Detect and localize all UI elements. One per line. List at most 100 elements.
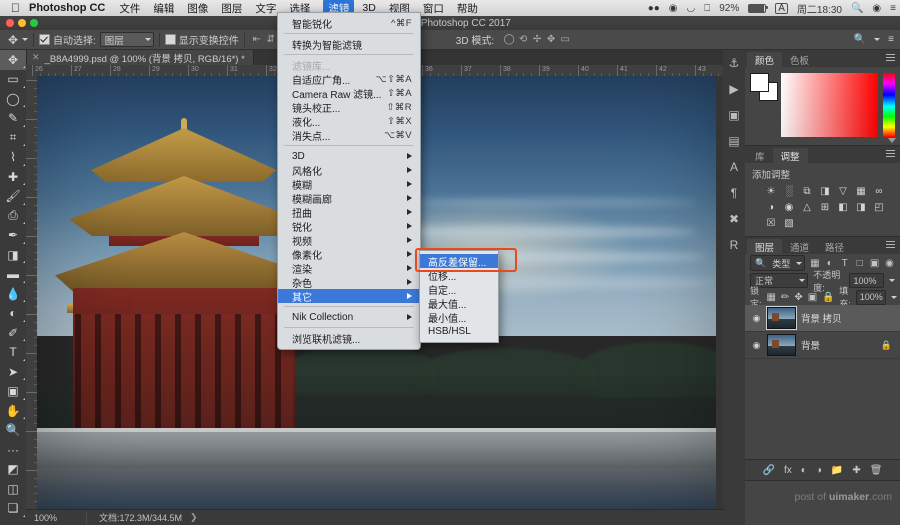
tab-color[interactable]: 颜色 — [747, 52, 783, 67]
filter-power-icon[interactable]: ◉ — [884, 257, 895, 270]
filter-menu-item[interactable]: Nik Collection — [278, 310, 420, 324]
3d-drag-icon[interactable]: ✢ — [530, 33, 544, 47]
rectangle-tool[interactable]: ▣ — [0, 382, 26, 402]
screen-mode[interactable]: ❏ — [0, 499, 26, 519]
selective-color-icon[interactable]: ☒ — [763, 216, 779, 230]
zoom-window-button[interactable] — [30, 19, 38, 27]
new-layer-icon[interactable]: ✚ — [852, 465, 860, 476]
history-icon[interactable]: ⚓ — [723, 50, 745, 76]
3d-camera-icon[interactable]: ▭ — [558, 33, 572, 47]
menu-image[interactable]: 图像 — [187, 1, 208, 16]
apple-logo-icon[interactable]:  — [11, 2, 20, 14]
adjustment-icon[interactable]: ◑ — [816, 465, 822, 476]
3d-rotate-icon[interactable]: ◯ — [502, 33, 516, 47]
lock-position-icon[interactable]: ✥ — [794, 291, 802, 304]
3d-roll-icon[interactable]: ⟲ — [516, 33, 530, 47]
mask-icon[interactable]: ◐ — [801, 465, 807, 476]
color-picker-body[interactable] — [745, 67, 900, 145]
filter-submenu-item[interactable]: 自定... — [420, 282, 498, 297]
tab-channels[interactable]: 通道 — [782, 239, 817, 254]
filter-menu-item[interactable]: 自适应广角... ⌥⇧⌘A — [278, 72, 420, 87]
fill-input[interactable]: 100% — [855, 289, 886, 305]
minimize-window-button[interactable] — [18, 19, 26, 27]
link-icon[interactable]: 🔗 — [763, 465, 775, 476]
lock-artboard-icon[interactable]: ▣ — [808, 291, 817, 304]
levels-icon[interactable]: ░ — [781, 184, 797, 198]
auto-select-checkbox[interactable] — [39, 34, 50, 45]
tab-paths[interactable]: 路径 — [817, 239, 852, 254]
more-tools[interactable]: ··· — [0, 440, 26, 460]
eyedropper-tool[interactable]: ⌇ — [0, 148, 26, 168]
vibrance-icon[interactable]: ▽ — [835, 184, 851, 198]
lock-transparent-icon[interactable]: ▦ — [767, 291, 776, 304]
filter-other-submenu[interactable]: 高反差保留... 位移... 自定... 最大值... 最小值... HSB/HSL — [419, 250, 499, 343]
tab-libraries[interactable]: 库 — [747, 148, 773, 163]
glyphs-icon[interactable]: ✖ — [723, 206, 745, 232]
zoom-level[interactable]: 100% — [26, 513, 86, 523]
foreground-color-swatch[interactable] — [750, 73, 769, 92]
black-white-icon[interactable]: ◑ — [763, 200, 779, 214]
curves-icon[interactable]: ⧉ — [799, 184, 815, 198]
filter-menu-item[interactable]: 其它 — [278, 289, 420, 304]
search-icon[interactable]: 🔍 — [854, 34, 866, 45]
eraser-tool[interactable]: ◨ — [0, 245, 26, 265]
tab-layers[interactable]: 图层 — [747, 239, 783, 254]
actions-play-icon[interactable]: ▶ — [723, 76, 745, 102]
close-icon[interactable]: ✕ — [32, 52, 40, 63]
layer-visibility-eye-icon[interactable]: ◉ — [751, 340, 762, 351]
quick-mask[interactable]: ◫ — [0, 479, 26, 499]
lock-all-icon[interactable]: 🔒 — [822, 291, 834, 304]
paragraph-icon[interactable]: ¶ — [723, 180, 745, 206]
tab-swatches[interactable]: 色板 — [782, 52, 817, 67]
hand-tool[interactable]: ✋ — [0, 401, 26, 421]
filter-submenu-item[interactable]: HSB/HSL — [420, 324, 498, 338]
exposure-icon[interactable]: ◨ — [817, 184, 833, 198]
dropbox-icon[interactable]: ●● — [648, 3, 660, 14]
layer-row[interactable]: ◉ 背景 拷贝 — [745, 305, 900, 332]
group-icon[interactable]: 📁 — [831, 465, 843, 476]
quick-selection-tool[interactable]: ✎ — [0, 109, 26, 129]
show-transform-checkbox[interactable] — [164, 34, 176, 45]
channel-mixer-icon[interactable]: △ — [799, 200, 815, 214]
filter-menu-item[interactable]: 视频 — [278, 233, 420, 248]
panel-menu-icon[interactable] — [886, 150, 895, 158]
color-swatches[interactable]: ◩ — [0, 460, 26, 480]
foreground-background-swatches[interactable] — [750, 73, 778, 101]
zoom-tool[interactable]: 🔍 — [0, 421, 26, 441]
character-icon[interactable]: A — [723, 154, 745, 180]
invert-icon[interactable]: ◧ — [835, 200, 851, 214]
filter-menu-item[interactable]: 镜头校正... ⇧⌘R — [278, 100, 420, 115]
color-lookup-icon[interactable]: ⊞ — [817, 200, 833, 214]
fill-chevron-icon[interactable] — [890, 295, 897, 299]
panel-menu-icon[interactable] — [886, 241, 895, 249]
filter-submenu-item[interactable]: 最大值... — [420, 296, 498, 311]
path-selection-tool[interactable]: ➤ — [0, 362, 26, 382]
color-panel-expand-icon[interactable] — [888, 138, 896, 143]
layer-visibility-eye-icon[interactable]: ◉ — [751, 313, 762, 324]
opacity-input[interactable]: 100% — [849, 273, 884, 288]
align-horizontal-centers-icon[interactable]: ⇵ — [264, 33, 278, 47]
lock-image-icon[interactable]: ✏ — [781, 291, 789, 304]
move-tool[interactable]: ✥ — [0, 50, 26, 70]
dodge-tool[interactable]: ◐ — [0, 304, 26, 324]
layer-row[interactable]: ◉ 背景 🔒 — [745, 332, 900, 359]
notification-center-icon[interactable]: ≡ — [890, 3, 896, 14]
filter-menu-item[interactable]: 杂色 — [278, 275, 420, 290]
filter-menu-item[interactable]: 模糊 — [278, 177, 420, 192]
filter-menu-item[interactable]: 浏览联机滤镜... — [278, 331, 420, 346]
filter-menu-item[interactable]: 消失点... ⌥⌘V — [278, 128, 420, 143]
filter-menu-item[interactable]: 像素化 — [278, 247, 420, 262]
crop-tool[interactable]: ⌗ — [0, 128, 26, 148]
properties-icon[interactable]: ▤ — [723, 128, 745, 154]
menu-help[interactable]: 帮助 — [457, 1, 478, 16]
input-source-icon[interactable]: A — [775, 2, 788, 14]
filter-menu-item[interactable]: Camera Raw 滤镜... ⇧⌘A — [278, 86, 420, 101]
spotlight-icon[interactable]: 🔍 — [851, 3, 863, 14]
filter-menu-item[interactable]: 扭曲 — [278, 205, 420, 220]
delete-icon[interactable]: 🗑 — [870, 465, 883, 476]
layer-filter-type-select[interactable]: 🔍 类型 — [750, 255, 806, 271]
color-balance-icon[interactable]: ∞ — [871, 184, 887, 198]
move-tool-icon[interactable]: ✥ — [4, 32, 22, 48]
threshold-icon[interactable]: ◰ — [871, 200, 887, 214]
pen-tool[interactable]: ✐ — [0, 323, 26, 343]
